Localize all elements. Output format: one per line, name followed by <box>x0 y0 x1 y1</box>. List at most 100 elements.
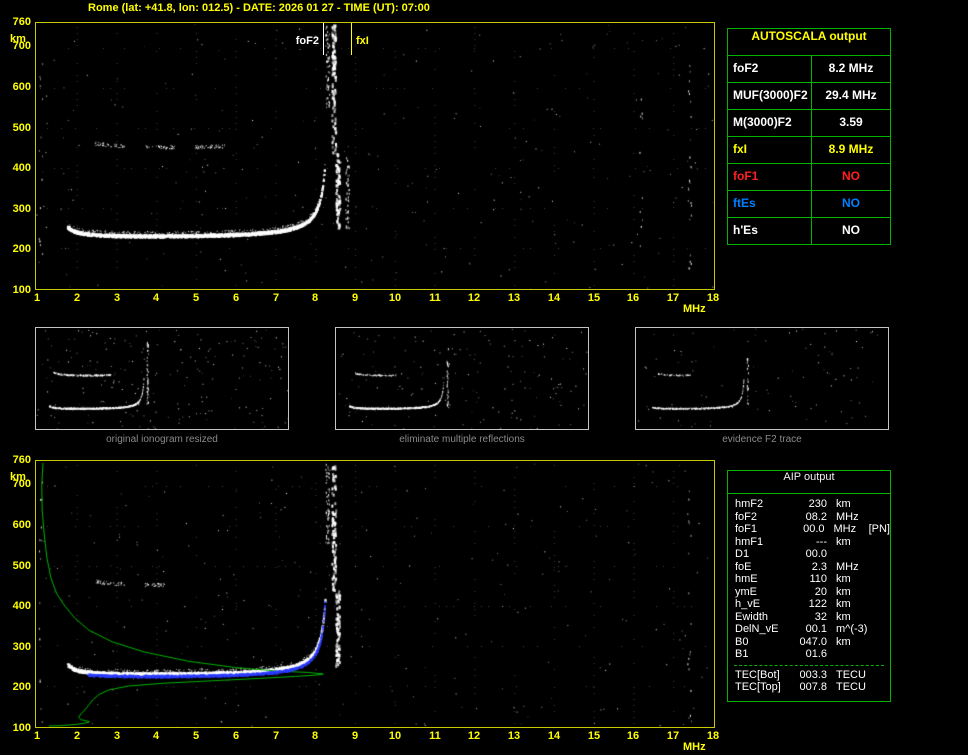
thumbnail-original-ionogram <box>35 327 289 430</box>
aip-row-hmf2: hmF2230km <box>728 498 890 511</box>
param-value: 110 <box>787 573 827 586</box>
y-tick-label: 200 <box>1 244 31 255</box>
y-tick-label: 760 <box>1 17 31 28</box>
x-tick-label: 5 <box>187 731 205 742</box>
param-unit: km <box>827 536 870 549</box>
param-label: hmF2 <box>728 498 787 511</box>
x-tick-label: 10 <box>386 293 404 304</box>
param-unit: km <box>827 586 870 599</box>
table-row-ftes: ftEs NO <box>728 191 890 218</box>
param-label: TEC[Bot] <box>728 669 795 682</box>
param-value: 08.2 <box>787 511 827 524</box>
param-unit <box>827 648 870 661</box>
aip-output-table: AIP output hmF2230km foF208.2MHz foF100.… <box>727 470 891 702</box>
param-unit: km <box>827 598 870 611</box>
x-tick-label: 2 <box>68 731 86 742</box>
x-tick-label: 1 <box>28 731 46 742</box>
x-tick-label: 3 <box>108 731 126 742</box>
param-label: foF1 <box>728 164 812 190</box>
x-tick-label: 18 <box>704 731 722 742</box>
param-note: [PN] <box>867 523 890 536</box>
x-tick-label: 11 <box>426 293 444 304</box>
x-tick-label: 6 <box>227 293 245 304</box>
param-unit: m^(-3) <box>827 623 870 636</box>
x-tick-label: 4 <box>147 731 165 742</box>
aip-row-hmf1: hmF1---km <box>728 536 890 549</box>
fof2-marker-line <box>323 23 324 55</box>
x-tick-label: 1 <box>28 293 46 304</box>
y-tick-label: 500 <box>1 561 31 572</box>
x-tick-label: 17 <box>664 731 682 742</box>
table-row-hpes: h'Es NO <box>728 218 890 244</box>
param-unit: km <box>827 498 870 511</box>
table-row-fof1: foF1 NO <box>728 164 890 191</box>
y-tick-label: 200 <box>1 682 31 693</box>
tec-separator <box>734 665 884 666</box>
x-tick-label: 15 <box>585 731 603 742</box>
y-tick-label: 600 <box>1 82 31 93</box>
param-value: 20 <box>787 586 827 599</box>
autoscala-screen: Rome (lat: +41.8, lon: 012.5) - DATE: 20… <box>0 0 968 755</box>
y-tick-label: 300 <box>1 642 31 653</box>
param-label: foF2 <box>728 511 787 524</box>
x-tick-label: 7 <box>267 293 285 304</box>
bottom-ionogram-frame <box>35 460 715 728</box>
y-tick-label: 400 <box>1 601 31 612</box>
param-label: M(3000)F2 <box>728 110 812 136</box>
table-row-muf3000f2: MUF(3000)F2 29.4 MHz <box>728 83 890 110</box>
param-unit: TECU <box>827 681 870 694</box>
x-tick-label: 16 <box>624 731 642 742</box>
x-tick-label: 15 <box>585 293 603 304</box>
param-label: foF2 <box>728 56 812 82</box>
x-tick-label: 10 <box>386 731 404 742</box>
thumbnail-caption: eliminate multiple reflections <box>335 434 589 445</box>
x-tick-label: 17 <box>664 293 682 304</box>
autoscala-output-table: AUTOSCALA output foF2 8.2 MHz MUF(3000)F… <box>727 28 891 245</box>
param-label: foF1 <box>728 523 786 536</box>
param-value: 3.59 <box>812 110 890 136</box>
param-unit: km <box>827 636 870 649</box>
param-value: 8.9 MHz <box>812 137 890 163</box>
header-title: Rome (lat: +41.8, lon: 012.5) - DATE: 20… <box>88 2 430 14</box>
param-label: MUF(3000)F2 <box>728 83 812 109</box>
param-unit: km <box>827 573 870 586</box>
x-tick-label: 12 <box>465 731 483 742</box>
y-tick-label: 300 <box>1 204 31 215</box>
param-label: B0 <box>728 636 787 649</box>
x-tick-label: 9 <box>346 731 364 742</box>
x-tick-label: 2 <box>68 293 86 304</box>
y-tick-label: 760 <box>1 455 31 466</box>
param-label: ymE <box>728 586 787 599</box>
param-label: B1 <box>728 648 787 661</box>
x-axis-unit-label: MHz <box>683 741 706 753</box>
y-tick-label: 100 <box>1 723 31 734</box>
param-label: foE <box>728 561 787 574</box>
x-axis-unit-label: MHz <box>683 303 706 315</box>
param-value: 29.4 MHz <box>812 83 890 109</box>
param-value: NO <box>812 191 890 217</box>
top-ionogram-frame <box>35 22 715 290</box>
x-tick-label: 7 <box>267 731 285 742</box>
aip-row-fof2: foF208.2MHz <box>728 511 890 524</box>
param-value: NO <box>812 218 890 244</box>
aip-row-yme: ymE20km <box>728 586 890 599</box>
aip-row-hme: hmE110km <box>728 573 890 586</box>
param-label: ftEs <box>728 191 812 217</box>
table-row-fxi: fxI 8.9 MHz <box>728 137 890 164</box>
aip-row-hve: h_vE122km <box>728 598 890 611</box>
param-label: hmF1 <box>728 536 787 549</box>
aip-table-title: AIP output <box>728 471 890 494</box>
thumbnail-caption: original ionogram resized <box>35 434 289 445</box>
param-value: 32 <box>787 611 827 624</box>
table-row-fof2: foF2 8.2 MHz <box>728 56 890 83</box>
thumbnail-caption: evidence F2 trace <box>635 434 889 445</box>
param-value: --- <box>787 536 827 549</box>
x-tick-label: 6 <box>227 731 245 742</box>
aip-table-rows: hmF2230km foF208.2MHz foF100.0MHz[PN] hm… <box>728 494 890 694</box>
param-label: DelN_vE <box>728 623 787 636</box>
aip-row-foe: foE2.3MHz <box>728 561 890 574</box>
param-value: 122 <box>787 598 827 611</box>
x-tick-label: 13 <box>505 731 523 742</box>
x-tick-label: 16 <box>624 293 642 304</box>
x-tick-label: 11 <box>426 731 444 742</box>
